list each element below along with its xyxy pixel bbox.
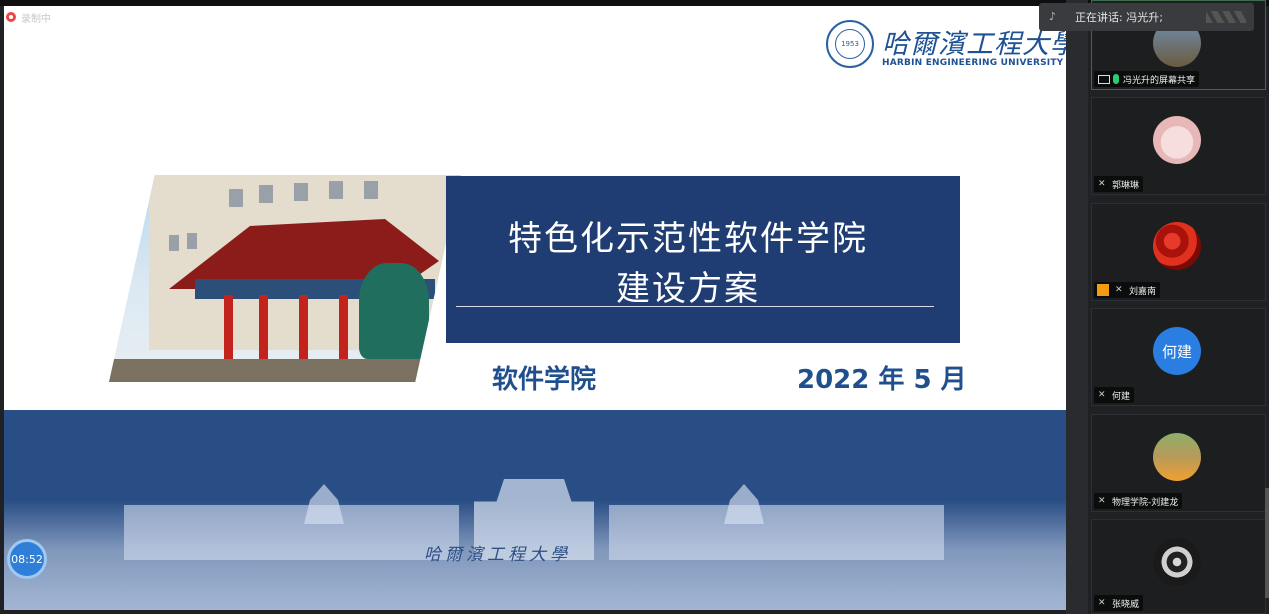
participant-name: 张晓威 [1112,599,1140,610]
participant-tile[interactable]: 何建 ✕ 何建 [1091,308,1266,406]
shared-slide: 1953 哈爾濱工程大學 HARBIN ENGINEERING UNIVERSI… [4,6,1066,610]
participant-name-bar: ✕ 张晓威 [1094,595,1144,611]
active-speaker-banner: ♪ 正在讲话: 冯光升; [1039,3,1254,31]
mic-active-icon [1113,74,1119,84]
participant-tile[interactable]: ✕ 郭琳琳 [1091,97,1266,195]
participant-name: 郭琳琳 [1112,180,1140,191]
user-icon [1097,284,1109,296]
record-icon [6,12,16,22]
university-seal-icon: 1953 [826,20,874,68]
network-signal-icon [1206,11,1246,23]
participant-name-bar: 冯光升的屏幕共享 [1094,71,1200,87]
recording-label: 录制中 [21,13,51,25]
mic-muted-icon: ✕ [1098,496,1106,506]
participant-name: 何建 [1112,391,1131,402]
participant-list-scrollbar[interactable] [1265,488,1269,598]
school-name: 软件学院 [492,365,597,395]
campus-banner-image: 哈爾濱工程大學 [4,410,1066,610]
panel-divider[interactable] [1066,0,1088,614]
participant-avatar [1153,433,1201,481]
mic-muted-icon: ✕ [1115,285,1123,295]
university-logo: 1953 哈爾濱工程大學 HARBIN ENGINEERING UNIVERSI… [826,20,1066,76]
mic-icon: ♪ [1049,10,1057,23]
screen-share-icon [1098,74,1110,84]
meeting-timer-button[interactable]: 08:52 [7,539,47,579]
participant-name: 刘嘉南 [1129,286,1157,297]
participant-name: 物理学院-刘建龙 [1112,497,1179,508]
active-speaker-label: 正在讲话: 冯光升; [1075,11,1163,24]
participant-avatar [1153,116,1201,164]
participant-avatar [1153,222,1201,270]
participant-tile[interactable]: ✕ 张晓威 [1091,519,1266,614]
campus-building-photo [109,175,461,382]
participant-name-bar: ✕ 郭琳琳 [1094,176,1144,192]
stone-lion-statue [359,263,429,359]
participant-name-bar: ✕ 物理学院-刘建龙 [1094,493,1183,509]
participant-avatar [1153,538,1201,586]
seal-year: 1953 [835,29,865,59]
slide-title-line-1: 特色化示范性软件学院 [508,219,868,259]
banner-calligraphy: 哈爾濱工程大學 [424,545,571,565]
participant-name-bar: ✕ 刘嘉南 [1094,282,1161,298]
mic-muted-icon: ✕ [1098,390,1106,400]
recording-indicator: 录制中 [6,10,51,25]
participant-tile[interactable]: ✕ 刘嘉南 [1091,203,1266,301]
slide-title-line-2: 建设方案 [616,269,760,309]
participant-name-bar: ✕ 何建 [1094,387,1135,403]
mic-muted-icon: ✕ [1098,179,1106,189]
participant-avatar-initials: 何建 [1153,327,1201,375]
participant-tile[interactable]: ✕ 物理学院-刘建龙 [1091,414,1266,512]
participant-name: 冯光升的屏幕共享 [1123,75,1196,86]
logo-english-name: HARBIN ENGINEERING UNIVERSITY [882,58,1064,68]
slide-date: 2022 年 5 月 [797,365,967,395]
title-divider [456,306,934,307]
mic-muted-icon: ✕ [1098,598,1106,608]
